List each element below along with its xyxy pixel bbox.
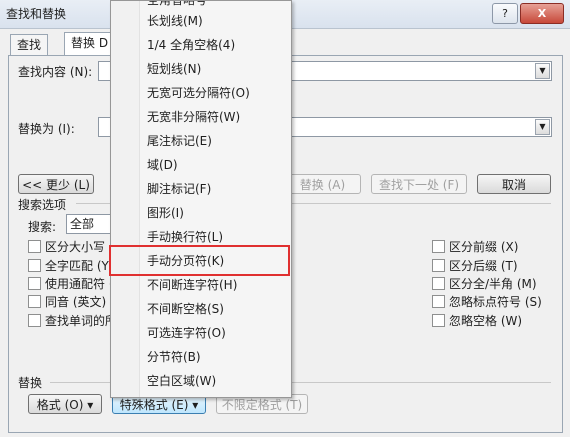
cancel-button[interactable]: 取消 [477,174,551,194]
menu-item-endnote-mark[interactable]: 尾注标记(E) [147,130,212,152]
search-label: 搜索: [28,220,57,234]
checkbox-match-width[interactable]: 区分全/半角 (M) [432,275,537,292]
replace-section-heading: 替换 [18,376,43,390]
find-label: 查找内容 (N): [18,65,93,79]
menu-item-non-breaking-hyphen[interactable]: 不间断连字符(H) [147,274,237,296]
menu-item-graphic[interactable]: 图形(I) [147,202,184,224]
help-button[interactable]: ? [492,3,518,24]
highlight-box [109,245,290,276]
menu-item-field[interactable]: 域(D) [147,154,178,176]
window-title: 查找和替换 [6,7,67,21]
checkbox-whole-word[interactable]: 全字匹配 (Y) [28,257,114,274]
menu-item-quarter-space[interactable]: 1/4 全角空格(4) [147,34,235,56]
dropdown-arrow-icon[interactable]: ▼ [535,119,550,135]
tab-find[interactable]: 查找 [10,34,49,55]
menu-item-white-space[interactable]: 空白区域(W) [147,370,216,392]
menu-item-optional-hyphen[interactable]: 可选连字符(O) [147,322,226,344]
menu-gutter [111,1,140,397]
checkbox-ignore-punct[interactable]: 忽略标点符号 (S) [432,293,542,310]
search-scope-value: 全部 [70,217,95,231]
menu-item-zero-width-optional-break[interactable]: 无宽可选分隔符(O) [147,82,250,104]
find-next-button[interactable]: 查找下一处 (F) [371,174,467,194]
less-button[interactable]: << 更少 (L) [18,174,94,194]
menu-item-non-breaking-space[interactable]: 不间断空格(S) [147,298,224,320]
checkbox-ignore-space[interactable]: 忽略空格 (W) [432,312,522,329]
menu-item-em-dash[interactable]: 长划线(M) [147,10,203,32]
dropdown-arrow-icon[interactable]: ▼ [535,63,550,79]
menu-item-section-break[interactable]: 分节符(B) [147,346,201,368]
tab-replace[interactable]: 替换 D [64,32,116,56]
format-button[interactable]: 格式 (O) ▾ [28,394,102,414]
checkbox-match-prefix[interactable]: 区分前缀 (X) [432,238,518,255]
checkbox-match-suffix[interactable]: 区分后缀 (T) [432,257,518,274]
search-options-heading: 搜索选项 [18,198,67,212]
menu-item-en-dash[interactable]: 短划线(N) [147,58,201,80]
menu-item-zero-width-non-break[interactable]: 无宽非分隔符(W) [147,106,240,128]
special-format-menu: 全角省略号 长划线(M) 1/4 全角空格(4) 短划线(N) 无宽可选分隔符(… [110,0,292,398]
replace-label: 替换为 (I): [18,122,75,136]
replace-button[interactable]: 替换 (A) [284,174,361,194]
menu-item-footnote-mark[interactable]: 脚注标记(F) [147,178,211,200]
close-button[interactable]: X [520,3,564,24]
